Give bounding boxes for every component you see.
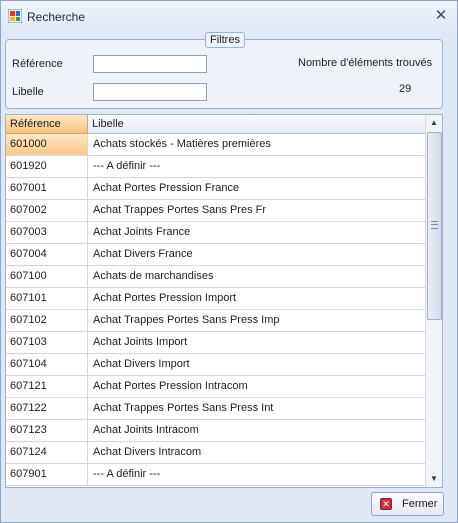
cell-libelle: Achat Divers France bbox=[93, 248, 193, 260]
cell-libelle: Achat Divers Import bbox=[93, 358, 190, 370]
vertical-scrollbar[interactable]: ▲ ▼ bbox=[425, 115, 442, 487]
cell-reference: 607002 bbox=[6, 200, 88, 221]
cell-libelle: Achat Portes Pression Intracom bbox=[93, 380, 248, 392]
table-row[interactable]: 607103 Achat Joints Import bbox=[6, 332, 426, 354]
table-row[interactable]: 607101 Achat Portes Pression Import bbox=[6, 288, 426, 310]
cell-reference: 607124 bbox=[6, 442, 88, 463]
grip-icon bbox=[431, 221, 438, 229]
close-icon: ✕ bbox=[380, 498, 392, 510]
reference-label: Référence bbox=[12, 58, 63, 70]
cell-libelle: Achat Trappes Portes Sans Pres Fr bbox=[93, 204, 267, 216]
table-row[interactable]: 601000 Achats stockés - Matières première… bbox=[6, 134, 426, 156]
cell-libelle: Achats de marchandises bbox=[93, 270, 214, 282]
cell-reference: 607103 bbox=[6, 332, 88, 353]
table-row[interactable]: 607001 Achat Portes Pression France bbox=[6, 178, 426, 200]
fermer-label: Fermer bbox=[402, 498, 438, 510]
cell-reference: 607100 bbox=[6, 266, 88, 287]
cell-libelle: Achat Trappes Portes Sans Press Imp bbox=[93, 314, 280, 326]
grid-rows: 601000 Achats stockés - Matières première… bbox=[6, 134, 426, 486]
cell-libelle: Achat Joints Import bbox=[93, 336, 188, 348]
cell-reference: 607121 bbox=[6, 376, 88, 397]
table-row[interactable]: 607102 Achat Trappes Portes Sans Press Im… bbox=[6, 310, 426, 332]
cell-reference: 607004 bbox=[6, 244, 88, 265]
table-row[interactable]: 607124 Achat Divers Intracom bbox=[6, 442, 426, 464]
libelle-label: Libelle bbox=[12, 86, 44, 98]
cell-libelle: Achat Portes Pression Import bbox=[93, 292, 237, 304]
count-value: 29 bbox=[399, 83, 412, 95]
cell-reference: 607102 bbox=[6, 310, 88, 331]
table-row[interactable]: 607123 Achat Joints Intracom bbox=[6, 420, 426, 442]
filters-legend: Filtres bbox=[205, 32, 245, 48]
column-header-libelle[interactable]: Libelle bbox=[88, 115, 426, 134]
column-header-reference[interactable]: Référence bbox=[6, 115, 88, 134]
table-row[interactable]: 607100 Achats de marchandises bbox=[6, 266, 426, 288]
cell-libelle: Achat Joints France bbox=[93, 226, 191, 238]
grid-header: Référence Libelle bbox=[6, 115, 426, 134]
cell-libelle: Achat Portes Pression France bbox=[93, 182, 240, 194]
table-row[interactable]: 607901 --- A définir --- bbox=[6, 464, 426, 486]
window-title: Recherche bbox=[27, 10, 86, 24]
table-row[interactable]: 607004 Achat Divers France bbox=[6, 244, 426, 266]
table-row[interactable]: 601920 --- A définir --- bbox=[6, 156, 426, 178]
cell-libelle: Achat Joints Intracom bbox=[93, 424, 199, 436]
cell-reference: 607003 bbox=[6, 222, 88, 243]
fermer-button[interactable]: ✕ Fermer bbox=[371, 492, 444, 516]
cell-reference: 601920 bbox=[6, 156, 88, 177]
cell-reference: 607122 bbox=[6, 398, 88, 419]
cell-reference: 607104 bbox=[6, 354, 88, 375]
cell-reference: 601000 bbox=[6, 134, 88, 155]
cell-libelle: Achats stockés - Matières premières bbox=[93, 138, 271, 150]
reference-input[interactable] bbox=[93, 55, 207, 73]
scroll-down-icon[interactable]: ▼ bbox=[426, 471, 442, 487]
cell-libelle: Achat Trappes Portes Sans Press Int bbox=[93, 402, 274, 414]
close-icon[interactable]: ✕ bbox=[433, 7, 449, 25]
results-grid: Référence Libelle 601000 Achats stockés -… bbox=[5, 114, 443, 488]
cell-libelle: Achat Divers Intracom bbox=[93, 446, 202, 458]
cell-reference: 607101 bbox=[6, 288, 88, 309]
cell-reference: 607901 bbox=[6, 464, 88, 485]
app-grid-icon bbox=[8, 9, 22, 23]
scroll-up-icon[interactable]: ▲ bbox=[426, 115, 442, 131]
recherche-window: Recherche ✕ Filtres Référence Libelle No… bbox=[0, 0, 458, 523]
cell-reference: 607123 bbox=[6, 420, 88, 441]
table-row[interactable]: 607122 Achat Trappes Portes Sans Press In… bbox=[6, 398, 426, 420]
scroll-thumb[interactable] bbox=[427, 132, 442, 320]
libelle-input[interactable] bbox=[93, 83, 207, 101]
count-label: Nombre d'éléments trouvés bbox=[298, 57, 433, 69]
table-row[interactable]: 607003 Achat Joints France bbox=[6, 222, 426, 244]
table-row[interactable]: 607121 Achat Portes Pression Intracom bbox=[6, 376, 426, 398]
cell-libelle: --- A définir --- bbox=[93, 468, 161, 480]
table-row[interactable]: 607002 Achat Trappes Portes Sans Pres Fr bbox=[6, 200, 426, 222]
cell-libelle: --- A définir --- bbox=[93, 160, 161, 172]
cell-reference: 607001 bbox=[6, 178, 88, 199]
table-row[interactable]: 607104 Achat Divers Import bbox=[6, 354, 426, 376]
filters-group: Filtres Référence Libelle Nombre d'éléme… bbox=[5, 32, 443, 109]
title-bar[interactable]: Recherche ✕ bbox=[1, 1, 457, 32]
